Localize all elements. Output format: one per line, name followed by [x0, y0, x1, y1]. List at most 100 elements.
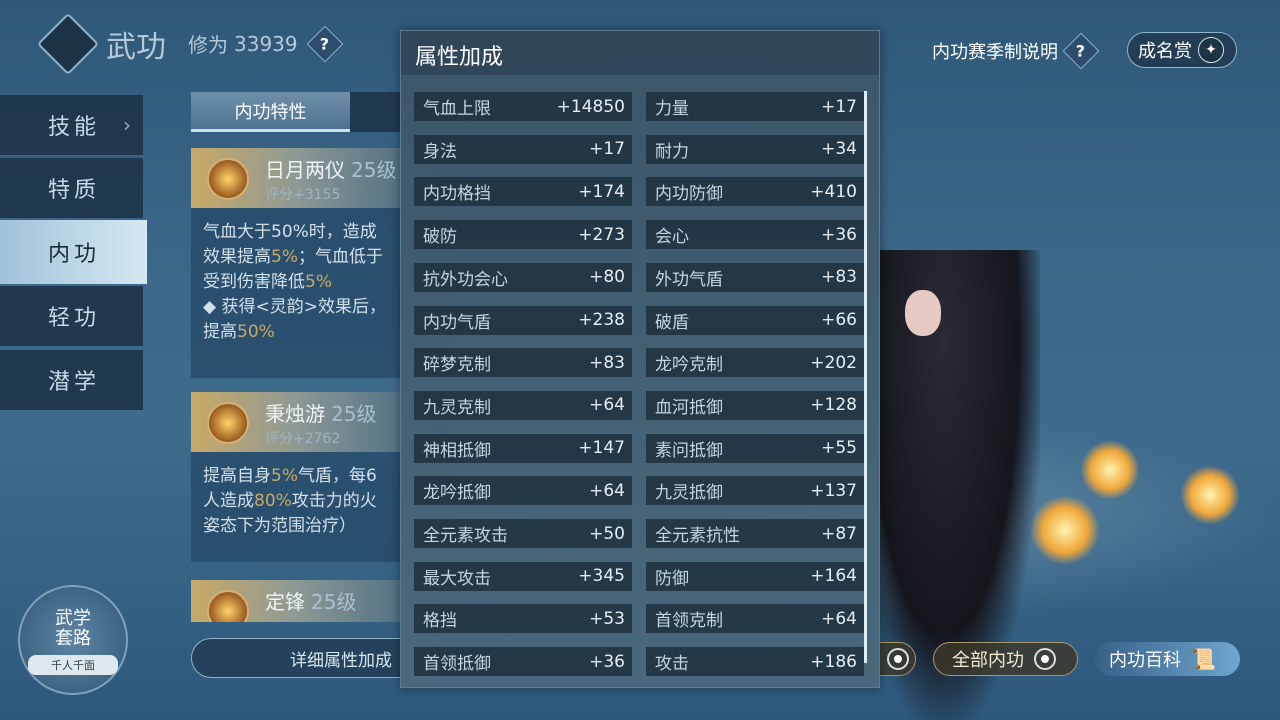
attribute-label: 耐力: [655, 141, 689, 162]
neigong-encyclopedia-button[interactable]: 内功百科 📜: [1095, 642, 1240, 676]
neigong-orb-icon[interactable]: [1030, 495, 1100, 565]
card-level: 25级: [331, 402, 377, 426]
fame-emblem-icon: ✦: [1198, 37, 1224, 63]
attribute-label: 抗外功会心: [423, 269, 508, 290]
tab-neigong-traits[interactable]: 内功特性: [191, 92, 350, 132]
card-name: 日月两仪: [265, 158, 345, 182]
target-icon: [887, 648, 909, 670]
attribute-label: 龙吟克制: [655, 355, 723, 376]
attribute-label: 身法: [423, 141, 457, 162]
fame-reward-button[interactable]: 成名赏 ✦: [1127, 32, 1237, 68]
attribute-row: 最大攻击 +345: [414, 561, 632, 591]
neigong-orb-icon[interactable]: [1080, 440, 1140, 500]
attribute-value: +36: [821, 224, 857, 245]
attribute-row: 破防 +273: [414, 220, 632, 250]
page-title: 武功: [106, 30, 166, 65]
attribute-label: 首领克制: [655, 611, 723, 632]
cultivation: 修为 33939 ?: [188, 25, 344, 62]
attribute-value: +83: [821, 267, 857, 288]
help-icon[interactable]: ?: [1062, 32, 1100, 70]
martial-style-subtitle: 千人千面: [28, 655, 118, 675]
attribute-value: +17: [821, 96, 857, 117]
attribute-label: 破防: [423, 227, 457, 248]
attribute-row: 首领克制 +64: [646, 604, 864, 634]
candle-emblem-icon: [207, 402, 249, 444]
attribute-row: 会心 +36: [646, 220, 864, 250]
all-neigong-button[interactable]: 全部内功: [933, 642, 1078, 676]
attribute-label: 破盾: [655, 312, 689, 333]
scroll-icon: 📜: [1191, 647, 1216, 671]
attribute-label: 全元素攻击: [423, 526, 508, 546]
attribute-label: 九灵克制: [423, 397, 491, 418]
fame-label: 成名赏: [1138, 41, 1192, 62]
attribute-value: +64: [589, 395, 625, 416]
attribute-label: 龙吟抵御: [423, 483, 491, 504]
sidebar-item-qianxue[interactable]: 潜学: [0, 350, 143, 410]
attribute-label: 格挡: [423, 611, 457, 632]
attribute-row: 内功防御 +410: [646, 177, 864, 207]
attribute-label: 内功格挡: [423, 184, 491, 205]
attribute-label: 内功防御: [655, 184, 723, 205]
attribute-row: 血河抵御 +128: [646, 390, 864, 420]
attribute-value: +50: [589, 523, 625, 544]
attribute-label: 素问抵御: [655, 440, 723, 461]
attribute-row: 气血上限 +14850: [414, 92, 632, 121]
sidebar-item-qinggong[interactable]: 轻功: [0, 286, 143, 346]
attribute-label: 全元素抗性: [655, 526, 740, 546]
attribute-label: 九灵抵御: [655, 483, 723, 504]
martial-style-title: 武学套路: [55, 608, 91, 649]
martial-style-button[interactable]: 武学套路 千人千面: [18, 585, 128, 695]
attribute-row: 神相抵御 +147: [414, 433, 632, 463]
attribute-label: 碎梦克制: [423, 355, 491, 376]
attribute-value: +64: [589, 480, 625, 501]
wugong-logo-icon: [36, 12, 100, 76]
attribute-row: 格挡 +53: [414, 604, 632, 634]
attribute-row: 首领抵御 +36: [414, 647, 632, 677]
attribute-row: 耐力 +34: [646, 134, 864, 164]
scrollbar[interactable]: [864, 91, 867, 663]
attribute-value: +87: [821, 523, 857, 544]
attribute-value: +17: [589, 139, 625, 160]
attribute-label: 外功气盾: [655, 269, 723, 290]
attribute-value: +36: [589, 651, 625, 672]
attribute-value: +186: [810, 651, 857, 672]
panel-title: 属性加成: [415, 45, 504, 70]
attribute-label: 力量: [655, 99, 689, 119]
attribute-row: 全元素攻击 +50: [414, 519, 632, 548]
attribute-row: 抗外功会心 +80: [414, 262, 632, 292]
sidebar-item-neigong[interactable]: 内功: [0, 220, 147, 284]
attribute-value: +83: [589, 352, 625, 373]
neigong-orb-icon[interactable]: [1180, 465, 1240, 525]
attribute-row: 内功格挡 +174: [414, 177, 632, 207]
attribute-row: 九灵克制 +64: [414, 390, 632, 420]
sidebar-item-traits[interactable]: 特质: [0, 158, 143, 218]
attribute-value: +66: [821, 310, 857, 330]
attribute-bonus-panel: 属性加成 气血上限 +14850 力量 +17 身法 +17 耐力 +34 内功格挡 +174 内功…: [400, 30, 880, 688]
attribute-row: 内功气盾 +238: [414, 305, 632, 335]
attribute-value: +164: [810, 566, 857, 587]
attribute-row: 外功气盾 +83: [646, 262, 864, 292]
attribute-value: +55: [821, 438, 857, 459]
attribute-value: +34: [821, 139, 857, 160]
target-icon: [1034, 648, 1056, 670]
attribute-label: 血河抵御: [655, 397, 723, 418]
attribute-value: +147: [578, 438, 625, 459]
attribute-label: 攻击: [655, 654, 689, 675]
attribute-value: +137: [810, 480, 857, 501]
attribute-row: 素问抵御 +55: [646, 433, 864, 463]
attribute-label: 内功气盾: [423, 312, 491, 333]
help-icon[interactable]: ?: [306, 25, 344, 62]
attribute-label: 最大攻击: [423, 568, 491, 589]
attribute-value: +14850: [556, 96, 625, 117]
card-name: 秉烛游: [265, 402, 325, 426]
blade-emblem-icon: [207, 590, 249, 622]
attribute-label: 首领抵御: [423, 654, 491, 675]
attribute-value: +174: [578, 181, 625, 202]
character-face: [905, 290, 941, 336]
season-rules-link[interactable]: 内功赛季制说明 ?: [932, 32, 1100, 70]
attribute-row: 破盾 +66: [646, 305, 864, 335]
attribute-row: 九灵抵御 +137: [646, 476, 864, 506]
attribute-value: +202: [810, 352, 857, 373]
attribute-value: +64: [821, 608, 857, 629]
sidebar-item-skills[interactable]: 技能 ›: [0, 95, 143, 155]
